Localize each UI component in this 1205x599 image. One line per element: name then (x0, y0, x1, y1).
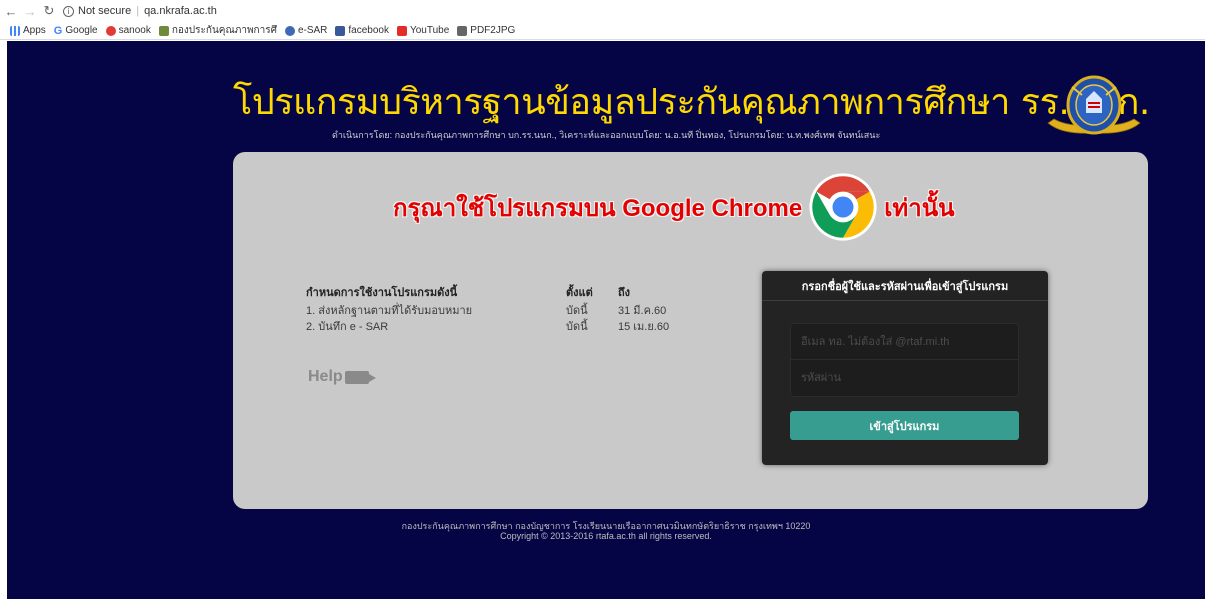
bookmark-label: Apps (23, 25, 46, 36)
pdf2jpg-icon (457, 25, 468, 36)
google-icon: G (53, 24, 63, 37)
bookmark-label: Google (65, 25, 98, 36)
sanook-icon (105, 25, 116, 36)
bookmark-apps[interactable]: Apps (10, 25, 46, 36)
schedule-table: กำหนดการใช้งานโปรแกรมดังนี้ ตั้งแต่ ถึง … (306, 282, 698, 334)
page-body: โปรแกรมบริหารฐานข้อมูลประกันคุณภาพการศึก… (7, 41, 1205, 599)
facebook-icon (335, 25, 346, 36)
bookmark-esar[interactable]: e-SAR (284, 25, 328, 36)
bookmark-facebook[interactable]: facebook (335, 25, 389, 36)
chrome-logo-icon (809, 173, 877, 241)
bookmark-pdf2jpg[interactable]: PDF2JPG (457, 25, 515, 36)
help-label: Help (308, 368, 343, 385)
page-subtitle: ดำเนินการโดย: กองประกันคุณภาพการศึกษา บก… (332, 130, 881, 140)
info-icon[interactable]: i (63, 5, 74, 17)
table-row: 2. บันทึก e - SAR บัดนี้ 15 เม.ย.60 (306, 318, 698, 334)
schedule-end: 15 เม.ย.60 (618, 321, 670, 333)
table-row: 1. ส่งหลักฐานตามที่ได้รับมอบหมาย บัดนี้ … (306, 302, 698, 318)
login-form: เข้าสู่โปรแกรม (762, 301, 1048, 440)
esar-icon (284, 25, 295, 36)
address-bar[interactable]: i Not secure | qa.nkrafa.ac.th (63, 2, 217, 20)
academy-emblem-icon (1047, 75, 1141, 135)
bookmarks-bar: Apps G Google sanook กองประกันคุณภาพการศึ… (0, 22, 1205, 40)
login-button[interactable]: เข้าสู่โปรแกรม (790, 411, 1019, 440)
bookmark-sanook[interactable]: sanook (105, 25, 151, 36)
browser-warning: กรุณาใช้โปรแกรมบน Google Chrome เท่านั้น (393, 172, 955, 242)
schedule-header-row: กำหนดการใช้งานโปรแกรมดังนี้ ตั้งแต่ ถึง (306, 282, 698, 302)
schedule-task: 2. บันทึก e - SAR (306, 321, 389, 333)
bookmark-label: sanook (118, 25, 151, 36)
apps-grid-icon (10, 25, 20, 36)
bookmark-label: facebook (348, 25, 389, 36)
video-camera-icon (344, 370, 376, 384)
back-arrow-icon[interactable]: ← (3, 3, 19, 19)
content-panel: กรุณาใช้โปรแกรมบน Google Chrome เท่านั้น… (233, 152, 1148, 509)
url-text[interactable]: qa.nkrafa.ac.th (144, 5, 217, 17)
forward-arrow-icon[interactable]: → (22, 3, 38, 19)
security-label: Not secure (78, 5, 132, 17)
footer-address: กองประกันคุณภาพการศึกษา กองบัญชาการ โรงเ… (401, 521, 811, 531)
warning-text-suffix: เท่านั้น (884, 194, 955, 222)
footer-copyright: Copyright © 2013-2016 rtafa.ac.th all ri… (500, 531, 712, 541)
bookmark-label: กองประกันคุณภาพการศึ (171, 25, 277, 36)
password-input[interactable] (790, 360, 1019, 397)
help-video-link[interactable]: Help (308, 368, 376, 386)
page-footer: กองประกันคุณภาพการศึกษา กองบัญชาการ โรงเ… (7, 521, 1205, 541)
divider: | (136, 5, 140, 17)
youtube-icon (396, 25, 407, 36)
bookmark-label: YouTube (409, 25, 450, 36)
username-input[interactable] (790, 323, 1019, 360)
page-title: โปรแกรมบริหารฐานข้อมูลประกันคุณภาพการศึก… (233, 82, 1150, 123)
bookmark-youtube[interactable]: YouTube (396, 25, 450, 36)
reload-icon[interactable]: ↻ (41, 3, 57, 19)
schedule-start: บัดนี้ (566, 321, 588, 333)
bookmark-label: e-SAR (297, 25, 328, 36)
bookmark-google[interactable]: G Google (54, 25, 98, 37)
browser-toolbar: ← → ↻ i Not secure | qa.nkrafa.ac.th (0, 0, 1205, 22)
warning-text: กรุณาใช้โปรแกรมบน Google Chrome (393, 194, 803, 222)
qa-icon (158, 25, 169, 36)
schedule-header: กำหนดการใช้งานโปรแกรมดังนี้ (306, 287, 458, 299)
schedule-header: ตั้งแต่ (566, 287, 593, 299)
bookmark-qa[interactable]: กองประกันคุณภาพการศึ (158, 23, 277, 38)
schedule-header: ถึง (618, 287, 631, 299)
login-heading: กรอกชื่อผู้ใช้และรหัสผ่านเพื่อเข้าสู่โปร… (762, 271, 1048, 301)
login-box: กรอกชื่อผู้ใช้และรหัสผ่านเพื่อเข้าสู่โปร… (762, 271, 1048, 465)
bookmark-label: PDF2JPG (470, 25, 516, 36)
